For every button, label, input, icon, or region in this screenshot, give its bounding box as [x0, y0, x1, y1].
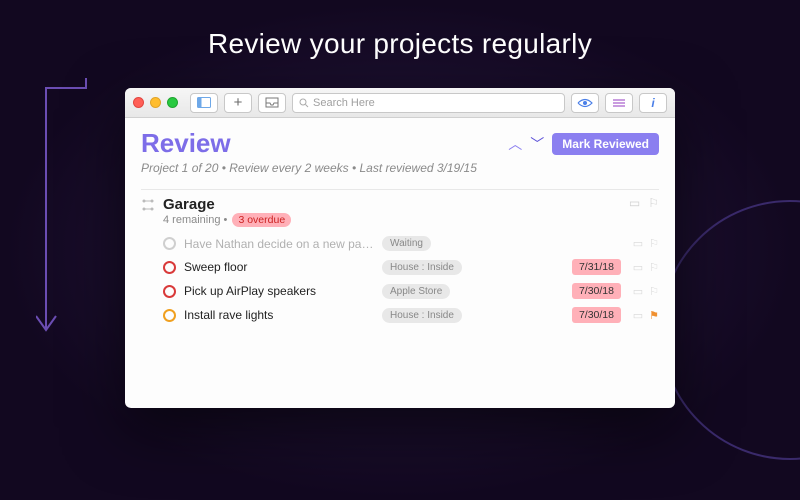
overdue-badge: 3 overdue: [232, 213, 291, 227]
note-icon: ▭: [629, 196, 640, 210]
perspective-button[interactable]: [605, 93, 633, 113]
note-icon: ▭: [633, 237, 643, 250]
sidebar-toggle-button[interactable]: [190, 93, 218, 113]
minimize-button[interactable]: [150, 97, 161, 108]
prev-project-button[interactable]: ︿: [508, 134, 522, 154]
window-controls: [133, 97, 178, 108]
search-placeholder: Search Here: [313, 97, 375, 109]
note-icon: ▭: [633, 261, 643, 274]
task-status-circle[interactable]: [163, 237, 176, 250]
task-tag[interactable]: Apple Store: [382, 284, 450, 299]
flag-icon[interactable]: ⚐: [648, 196, 659, 210]
decorative-arrow: [36, 78, 96, 358]
search-icon: [299, 98, 309, 108]
task-row-icons: ▭⚐: [629, 285, 659, 298]
task-date: 7/31/18: [572, 259, 621, 275]
task-title: Sweep floor: [184, 260, 374, 274]
app-window: + Search Here i Review ︿ ﹀ Mark Reviewed: [125, 88, 675, 408]
zoom-button[interactable]: [167, 97, 178, 108]
note-icon: ▭: [633, 309, 643, 322]
flag-icon[interactable]: ⚐: [649, 285, 659, 298]
task-row[interactable]: Install rave lights House : Inside 7/30/18…: [141, 303, 659, 327]
project-type-icon: [141, 198, 155, 215]
task-status-circle[interactable]: [163, 285, 176, 298]
flag-icon[interactable]: ⚑: [649, 309, 659, 322]
task-row-icons: ▭⚐: [629, 237, 659, 250]
hero-heading: Review your projects regularly: [0, 0, 800, 60]
task-tag[interactable]: House : Inside: [382, 260, 462, 275]
project-status: 4 remaining • 3 overdue: [163, 214, 291, 226]
task-status-circle[interactable]: [163, 309, 176, 322]
decorative-circle: [660, 200, 800, 460]
page-title: Review: [141, 128, 231, 159]
task-title: Pick up AirPlay speakers: [184, 284, 374, 298]
note-icon: ▭: [633, 285, 643, 298]
mark-reviewed-button[interactable]: Mark Reviewed: [552, 133, 659, 155]
task-tag[interactable]: House : Inside: [382, 308, 462, 323]
next-project-button[interactable]: ﹀: [530, 134, 544, 154]
task-date: 7/30/18: [572, 307, 621, 323]
task-row[interactable]: Have Nathan decide on a new paint col...…: [141, 232, 659, 255]
info-button[interactable]: i: [639, 93, 667, 113]
close-button[interactable]: [133, 97, 144, 108]
flag-icon[interactable]: ⚐: [649, 237, 659, 250]
task-row-icons: ▭⚐: [629, 261, 659, 274]
task-row[interactable]: Sweep floorHouse : Inside7/31/18▭⚐: [141, 255, 659, 279]
task-row[interactable]: Pick up AirPlay speakers Apple Store 7/30/…: [141, 279, 659, 303]
titlebar: + Search Here i: [125, 88, 675, 118]
view-button[interactable]: [571, 93, 599, 113]
review-subtitle: Project 1 of 20 • Review every 2 weeks •…: [141, 161, 659, 175]
project-name[interactable]: Garage: [163, 196, 291, 213]
task-row-icons: ▭⚑: [629, 309, 659, 322]
task-title: Install rave lights: [184, 308, 374, 322]
task-status-circle[interactable]: [163, 261, 176, 274]
inbox-button[interactable]: [258, 93, 286, 113]
task-title: Have Nathan decide on a new paint col...: [184, 237, 374, 251]
project-remaining: 4 remaining •: [163, 214, 227, 226]
flag-icon[interactable]: ⚐: [649, 261, 659, 274]
search-input[interactable]: Search Here: [292, 93, 565, 113]
add-button[interactable]: +: [224, 93, 252, 113]
task-tag[interactable]: Waiting: [382, 236, 431, 251]
task-date: 7/30/18: [572, 283, 621, 299]
